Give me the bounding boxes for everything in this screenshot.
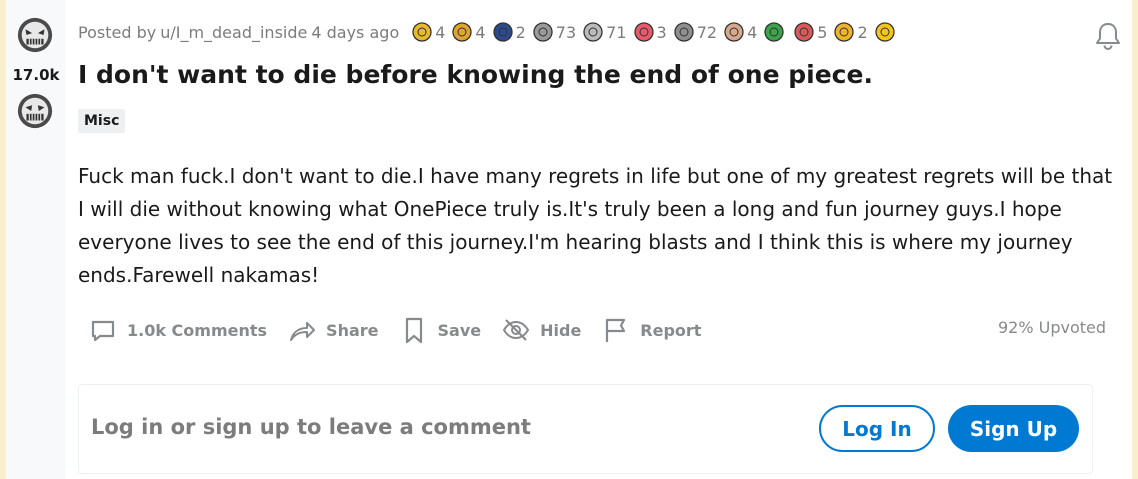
save-label: Save <box>437 320 482 340</box>
save-button[interactable]: Save <box>389 308 492 352</box>
hide-eye-icon <box>502 319 530 341</box>
post-time: 4 days ago <box>311 22 400 42</box>
post-body: Fuck man fuck.I don't want to die.I have… <box>78 160 1118 292</box>
comment-icon <box>91 320 115 342</box>
bandage-award-icon <box>533 22 553 42</box>
award-count: 3 <box>656 22 667 42</box>
author-link[interactable]: u/I_m_dead_inside <box>160 23 307 42</box>
award-count: 2 <box>515 22 526 42</box>
post-body-text: Fuck man fuck.I don't want to die.I have… <box>78 164 1113 287</box>
share-icon <box>290 322 316 341</box>
bell-icon[interactable] <box>1092 20 1124 52</box>
award-item[interactable] <box>874 21 898 43</box>
login-button[interactable]: Log In <box>819 405 935 452</box>
share-label: Share <box>326 320 379 340</box>
award-item[interactable]: 2 <box>833 21 868 43</box>
award-item[interactable]: 4 <box>723 21 757 43</box>
post-actions: 1.0k Comments Share Save Hide Report <box>78 308 711 352</box>
heart-eyes-award-icon <box>834 22 855 42</box>
post-title[interactable]: I don't want to die before knowing the e… <box>78 60 1088 89</box>
vote-score: 17.0k <box>12 66 60 84</box>
award-item[interactable]: 4 <box>451 21 486 43</box>
award-count: 4 <box>475 22 486 42</box>
award-count: 2 <box>857 22 868 42</box>
up-arrow-award-icon <box>874 22 895 42</box>
downvote-skull-icon[interactable] <box>16 92 54 130</box>
police-award-icon <box>492 22 513 42</box>
posted-by-label: Posted by <box>78 22 157 42</box>
vote-column: 17.0k <box>6 0 66 479</box>
report-label: Report <box>640 320 702 340</box>
report-button[interactable]: Report <box>591 308 711 352</box>
post-flair[interactable]: Misc <box>78 109 126 133</box>
award-item[interactable]: 3 <box>633 21 667 43</box>
post-card: 17.0k Posted by u/I_m_dead_inside 4 days… <box>6 0 1132 479</box>
comments-button[interactable]: 1.0k Comments <box>78 308 277 352</box>
heart-face-award-icon <box>633 22 654 42</box>
comments-label: 1.0k Comments <box>127 320 268 340</box>
hands-award-icon <box>452 22 473 42</box>
award-count: 5 <box>817 22 828 42</box>
share-button[interactable]: Share <box>277 308 388 352</box>
upvote-skull-icon[interactable] <box>16 16 54 54</box>
award-count: 4 <box>435 22 446 42</box>
award-item[interactable]: 71 <box>582 21 627 43</box>
award-count: 72 <box>696 22 718 42</box>
silver-coin-award-icon <box>674 22 694 42</box>
bookmark-icon <box>405 317 422 344</box>
tree-award-icon <box>764 22 784 42</box>
hug-award-icon <box>724 22 744 42</box>
award-count: 4 <box>747 22 758 42</box>
comment-login-box: Log in or sign up to leave a comment Log… <box>78 384 1093 474</box>
post-meta: Posted by u/I_m_dead_inside 4 days ago 4… <box>78 20 898 44</box>
hide-label: Hide <box>540 320 582 340</box>
award-item[interactable]: 72 <box>673 21 717 43</box>
award-item[interactable]: 5 <box>793 21 827 43</box>
award-item[interactable]: 2 <box>492 21 526 43</box>
upvote-ratio: 92% Upvoted <box>997 318 1106 337</box>
gold-star-award-icon <box>412 22 432 42</box>
hide-button[interactable]: Hide <box>491 308 591 352</box>
award-count: 73 <box>555 22 577 42</box>
award-item[interactable]: 73 <box>532 21 576 43</box>
awards-row[interactable]: 4 4 2 73 71 3 72 4 5 2 <box>405 21 897 43</box>
flag-icon <box>606 318 626 342</box>
snoo-award-icon <box>794 22 814 42</box>
award-item[interactable]: 4 <box>411 21 445 43</box>
signup-button[interactable]: Sign Up <box>948 405 1079 452</box>
laughing-award-icon <box>583 22 603 42</box>
award-item[interactable] <box>763 21 787 43</box>
comment-prompt: Log in or sign up to leave a comment <box>91 415 531 439</box>
award-count: 71 <box>606 22 627 42</box>
